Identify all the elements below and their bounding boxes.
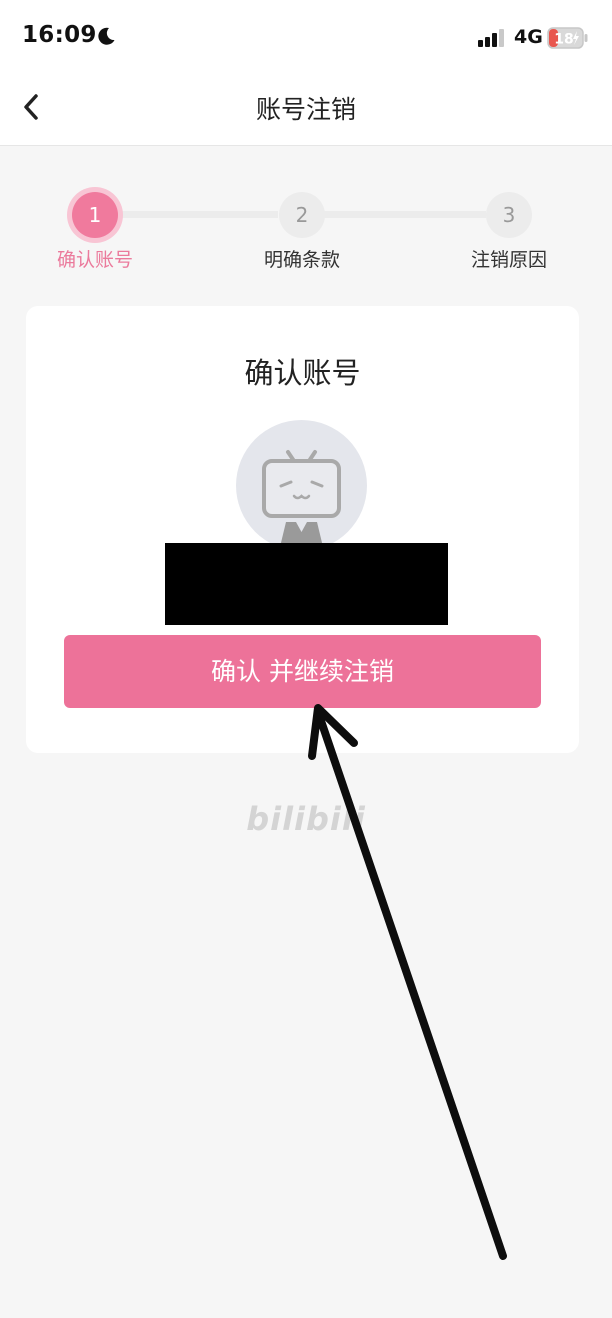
card-title: 确认账号 <box>244 356 361 390</box>
network-type: 4G <box>514 26 543 48</box>
battery-icon: 18 <box>547 27 588 49</box>
bilibili-logo: bilibili <box>246 800 366 838</box>
step-3-label: 注销原因 <box>470 249 547 271</box>
moon-icon <box>98 27 115 45</box>
confirm-account-card: 确认账号 确认 并继续注销 <box>26 306 579 753</box>
step-1-circle: 1 <box>72 192 118 238</box>
step-2-circle: 2 <box>279 192 325 238</box>
top-bar: 16:09 4G 18 账号注销 <box>0 0 612 146</box>
step-connector <box>118 211 278 218</box>
page-title: 账号注销 <box>255 95 356 124</box>
status-time: 16:09 <box>22 22 97 48</box>
step-2-label: 明确条款 <box>263 249 340 271</box>
step-3-circle: 3 <box>486 192 532 238</box>
signal-icon <box>478 29 504 47</box>
confirm-and-continue-button[interactable]: 确认 并继续注销 <box>64 635 541 708</box>
battery-level: 18 <box>554 32 573 48</box>
step-connector <box>324 211 486 218</box>
default-tv-avatar-icon <box>236 420 367 551</box>
redacted-account-info <box>165 543 448 625</box>
step-1-label: 确认账号 <box>56 249 133 271</box>
